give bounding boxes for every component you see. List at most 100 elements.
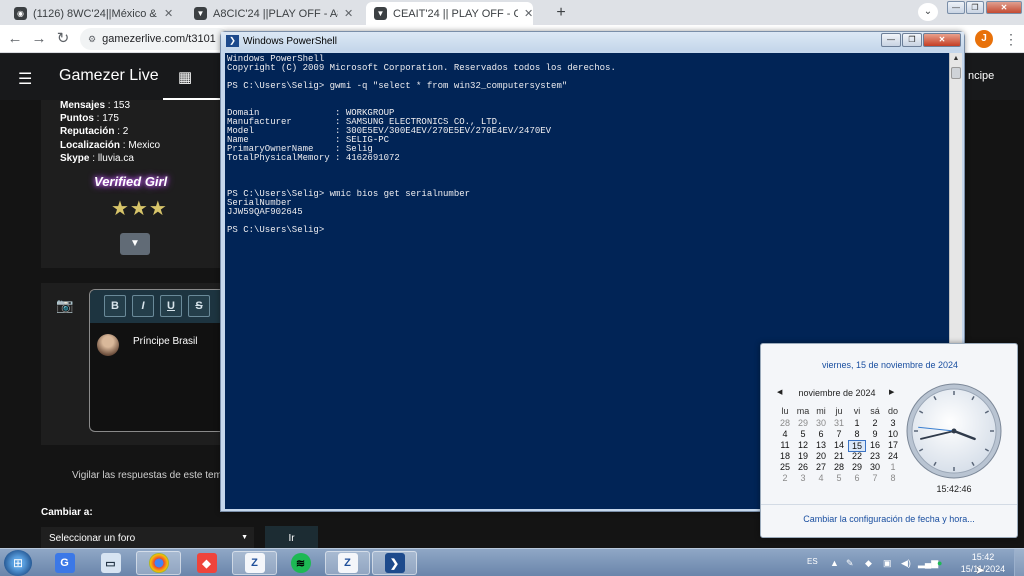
taskbar-anydesk-app[interactable]: ◆ — [184, 551, 229, 575]
signal-icon[interactable]: ▂▄▆ — [918, 558, 938, 569]
calendar-day[interactable]: 11 — [776, 440, 794, 450]
calendar-day[interactable]: 13 — [812, 440, 830, 450]
bold-button[interactable]: B — [104, 295, 126, 317]
previous-month-arrow-icon[interactable]: ◀ — [777, 388, 782, 396]
browser-tab-2[interactable]: ▼ A8CIC'24 ||PLAY OFF - A8CIC'24 -... ✕ — [186, 2, 353, 25]
profile-avatar[interactable]: J — [975, 30, 993, 48]
close-icon[interactable]: ✕ — [164, 7, 173, 20]
browser-tab-1[interactable]: ◉ (1126) 8WC'24||México & Venezu... ✕ — [6, 2, 173, 25]
powershell-icon[interactable]: ❯ — [226, 35, 239, 47]
calendar-day[interactable]: 3 — [794, 473, 812, 483]
maximize-button[interactable]: ❐ — [966, 1, 984, 14]
calendar-day[interactable]: 19 — [794, 451, 812, 461]
calendar-day[interactable]: 26 — [794, 462, 812, 472]
calendar-day[interactable]: 31 — [830, 418, 848, 428]
calendar-day[interactable]: 17 — [884, 440, 902, 450]
month-label[interactable]: noviembre de 2024 — [789, 388, 885, 398]
calendar-day[interactable]: 25 — [776, 462, 794, 472]
camera-icon[interactable]: 📷 — [56, 297, 73, 314]
powershell-titlebar[interactable]: ❯ Windows PowerShell — ❐ ✕ — [221, 32, 964, 51]
italic-button[interactable]: I — [132, 295, 154, 317]
calendar-day[interactable]: 24 — [884, 451, 902, 461]
show-hidden-icons-icon[interactable]: ▲ — [830, 558, 839, 568]
calendar-day[interactable]: 3 — [884, 418, 902, 428]
calendar-day[interactable]: 4 — [812, 473, 830, 483]
scrollbar-thumb[interactable] — [951, 67, 961, 79]
watch-replies-label[interactable]: Vigilar las respuestas de este tem — [72, 470, 222, 481]
taskbar-spotify-app[interactable]: ≋ — [278, 551, 323, 575]
avatar[interactable] — [97, 334, 119, 356]
address-bar[interactable]: ⚙ gamezerlive.com/t3101 — [80, 28, 230, 50]
language-indicator[interactable]: ES — [807, 557, 818, 566]
browser-tab-3[interactable]: ▼ CEAIT'24 || PLAY OFF - CEAIT'24 -... ✕ — [366, 2, 534, 25]
calendar-day[interactable]: 2 — [776, 473, 794, 483]
reply-editor[interactable]: B I U S Príncipe Brasil — [89, 289, 226, 432]
calendar-day[interactable]: 10 — [884, 429, 902, 439]
forward-arrow-icon[interactable]: → — [30, 30, 48, 48]
new-tab-button[interactable]: + — [552, 4, 570, 22]
calendar-day[interactable]: 1 — [848, 418, 866, 428]
next-month-arrow-icon[interactable]: ▶ — [889, 388, 894, 396]
grid-apps-icon[interactable]: ▦ — [178, 68, 192, 86]
change-date-time-settings-link[interactable]: Cambiar la configuración de fecha y hora… — [761, 514, 1017, 524]
hamburger-menu-icon[interactable]: ☰ — [18, 69, 32, 89]
minimize-button[interactable]: — — [947, 1, 965, 14]
site-info-icon[interactable]: ⚙ — [88, 34, 96, 45]
calendar-day[interactable]: 21 — [830, 451, 848, 461]
expand-chevron-button[interactable]: ▼ — [120, 233, 150, 255]
volume-icon[interactable]: ◀) — [901, 558, 911, 569]
long-date-link[interactable]: viernes, 15 de noviembre de 2024 — [761, 360, 1019, 370]
calendar-day[interactable]: 28 — [830, 462, 848, 472]
calendar-day[interactable]: 30 — [866, 462, 884, 472]
calendar-day[interactable]: 4 — [776, 429, 794, 439]
minimize-button[interactable]: — — [881, 33, 901, 47]
close-button[interactable]: ✕ — [986, 1, 1022, 14]
close-icon[interactable]: ✕ — [524, 7, 533, 20]
calendar-day[interactable]: 29 — [848, 462, 866, 472]
calendar-day[interactable]: 8 — [884, 473, 902, 483]
calendar-day[interactable]: 16 — [866, 440, 884, 450]
taskbar-translate-app[interactable]: G — [42, 551, 87, 575]
close-icon[interactable]: ✕ — [344, 7, 353, 20]
taskbar-time[interactable]: 15:42 — [960, 552, 1006, 562]
taskbar-zone-app[interactable]: Z — [232, 551, 277, 575]
anydesk-tray-icon[interactable]: ◆ — [865, 558, 872, 569]
calendar-day[interactable]: 29 — [794, 418, 812, 428]
reply-username[interactable]: Príncipe Brasil — [133, 336, 213, 348]
taskbar-zone-app-2[interactable]: Z — [325, 551, 370, 575]
reload-icon[interactable]: ↻ — [54, 30, 72, 48]
calendar-day[interactable]: 18 — [776, 451, 794, 461]
calendar-day[interactable]: 7 — [830, 429, 848, 439]
calendar-day[interactable]: 28 — [776, 418, 794, 428]
calendar-day[interactable]: 23 — [866, 451, 884, 461]
calendar-day[interactable]: 5 — [830, 473, 848, 483]
underline-button[interactable]: U — [160, 295, 182, 317]
calendar-day[interactable]: 12 — [794, 440, 812, 450]
site-title[interactable]: Gamezer Live — [59, 67, 159, 85]
calendar-day[interactable]: 14 — [830, 440, 848, 450]
close-button[interactable]: ✕ — [923, 33, 961, 47]
taskbar-computer-app[interactable]: ▭ — [88, 551, 133, 575]
spotify-tray-icon[interactable]: ● — [937, 558, 942, 568]
taskbar-chrome-app[interactable] — [136, 551, 181, 575]
strikethrough-button[interactable]: S — [188, 295, 210, 317]
calendar-day[interactable]: 27 — [812, 462, 830, 472]
header-user-link[interactable]: ncipe — [968, 70, 994, 82]
maximize-button[interactable]: ❐ — [902, 33, 922, 47]
calendar-day[interactable]: 20 — [812, 451, 830, 461]
calendar-day[interactable]: 30 — [812, 418, 830, 428]
calendar-day[interactable]: 8 — [848, 429, 866, 439]
start-windows-icon[interactable]: ⊞ — [4, 550, 32, 576]
calendar-day[interactable]: 7 — [866, 473, 884, 483]
calendar-day[interactable]: 6 — [812, 429, 830, 439]
calendar-day[interactable]: 5 — [794, 429, 812, 439]
calendar-day[interactable]: 2 — [866, 418, 884, 428]
calendar-day[interactable]: 9 — [866, 429, 884, 439]
scroll-up-arrow-icon[interactable]: ▲ — [950, 53, 962, 65]
calendar-day[interactable]: 1 — [884, 462, 902, 472]
calendar-day[interactable]: 22 — [848, 451, 866, 461]
forum-select[interactable]: Seleccionar un foro ▼ — [41, 527, 254, 548]
go-button[interactable]: Ir — [265, 526, 318, 548]
back-arrow-icon[interactable]: ← — [6, 30, 24, 48]
tab-search-chevron-icon[interactable]: ⌄ — [918, 3, 938, 21]
